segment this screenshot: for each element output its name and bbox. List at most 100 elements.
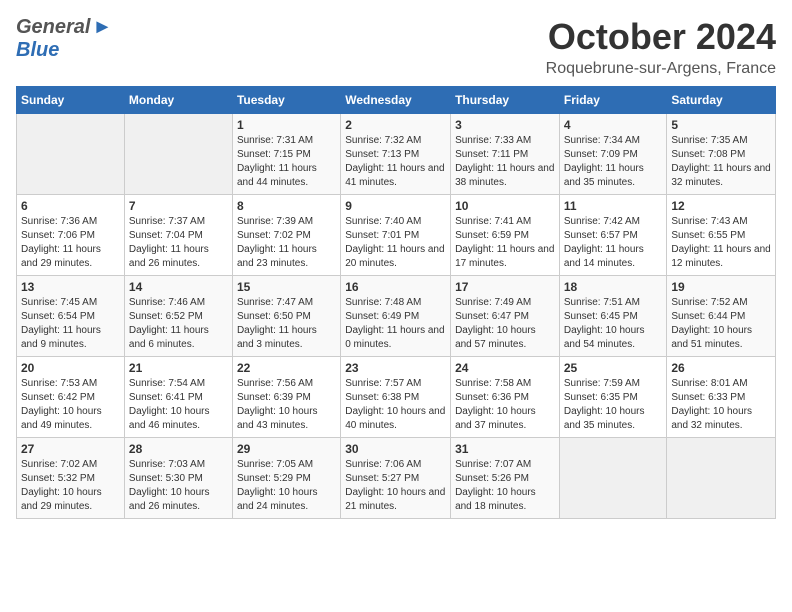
day-info: Sunrise: 7:07 AMSunset: 5:26 PMDaylight:… [455, 458, 555, 514]
day-info: Sunrise: 7:06 AMSunset: 5:27 PMDaylight:… [345, 458, 446, 514]
location: Roquebrune-sur-Argens, France [546, 60, 776, 78]
day-cell: 1Sunrise: 7:31 AMSunset: 7:15 PMDaylight… [232, 114, 340, 195]
sunset: Sunset: 5:30 PM [129, 473, 203, 484]
day-info: Sunrise: 7:40 AMSunset: 7:01 PMDaylight:… [345, 215, 446, 271]
day-info: Sunrise: 8:01 AMSunset: 6:33 PMDaylight:… [671, 377, 771, 433]
day-number: 26 [671, 361, 771, 375]
day-number: 28 [129, 442, 228, 456]
daylight: Daylight: 11 hours and 20 minutes. [345, 244, 444, 269]
day-info: Sunrise: 7:36 AMSunset: 7:06 PMDaylight:… [21, 215, 120, 271]
day-cell: 26 Sunrise: 8:01 AMSunset: 6:33 PMDayligh… [667, 357, 776, 438]
page-header: General ► Blue October 2024 Roquebrune-s… [16, 16, 776, 78]
day-number: 12 [671, 199, 771, 213]
day-cell: 29Sunrise: 7:05 AMSunset: 5:29 PMDayligh… [232, 438, 340, 519]
calendar-table: SundayMondayTuesdayWednesdayThursdayFrid… [16, 86, 776, 519]
day-info: Sunrise: 7:43 AMSunset: 6:55 PMDaylight:… [671, 215, 771, 271]
sunrise: Sunrise: 7:03 AM [129, 459, 205, 470]
day-number: 10 [455, 199, 555, 213]
day-cell: 10Sunrise: 7:41 AMSunset: 6:59 PMDayligh… [451, 195, 560, 276]
daylight: Daylight: 11 hours and 0 minutes. [345, 325, 444, 350]
week-row-5: 27Sunrise: 7:02 AMSunset: 5:32 PMDayligh… [17, 438, 776, 519]
sunrise: Sunrise: 7:49 AM [455, 297, 531, 308]
daylight: Daylight: 11 hours and 17 minutes. [455, 244, 554, 269]
day-cell: 22 Sunrise: 7:56 AM Sunset: 6:39 PM Dayligh… [232, 357, 340, 438]
day-cell: 30 Sunrise: 7:06 AMSunset: 5:27 PMDayligh… [341, 438, 451, 519]
day-number: 11 [564, 199, 663, 213]
daylight: Daylight: 11 hours and 41 minutes. [345, 163, 444, 188]
day-info: Sunrise: 7:59 AMSunset: 6:35 PMDaylight:… [564, 377, 663, 433]
day-cell: 19 Sunrise: 7:52 AMSunset: 6:44 PMDayligh… [667, 276, 776, 357]
sunrise: Sunrise: 7:32 AM [345, 135, 421, 146]
day-number: 1 [237, 118, 336, 132]
month-title: October 2024 [546, 16, 776, 58]
sunrise: Sunrise: 7:52 AM [671, 297, 747, 308]
sunset: Sunset: 6:36 PM [455, 392, 529, 403]
daylight: Daylight: 11 hours and 12 minutes. [671, 244, 770, 269]
sunrise: Sunrise: 7:46 AM [129, 297, 205, 308]
day-number: 22 [237, 361, 336, 375]
sunset: Sunset: 6:42 PM [21, 392, 95, 403]
day-number: 25 [564, 361, 663, 375]
daylight: Daylight: 11 hours and 38 minutes. [455, 163, 554, 188]
day-info: Sunrise: 7:03 AMSunset: 5:30 PMDaylight:… [129, 458, 228, 514]
day-cell [667, 438, 776, 519]
daylight: Daylight: 10 hours and 54 minutes. [564, 325, 645, 350]
sunrise: Sunrise: 7:56 AM [237, 378, 313, 389]
header-row: SundayMondayTuesdayWednesdayThursdayFrid… [17, 87, 776, 114]
day-cell [17, 114, 125, 195]
column-header-friday: Friday [559, 87, 667, 114]
day-info: Sunrise: 7:48 AMSunset: 6:49 PMDaylight:… [345, 296, 446, 352]
day-info: Sunrise: 7:58 AMSunset: 6:36 PMDaylight:… [455, 377, 555, 433]
week-row-4: 20Sunrise: 7:53 AMSunset: 6:42 PMDayligh… [17, 357, 776, 438]
sunset: Sunset: 5:29 PM [237, 473, 311, 484]
week-row-2: 6Sunrise: 7:36 AMSunset: 7:06 PMDaylight… [17, 195, 776, 276]
sunrise: Sunrise: 7:58 AM [455, 378, 531, 389]
sunrise: Sunrise: 7:47 AM [237, 297, 313, 308]
day-cell: 28Sunrise: 7:03 AMSunset: 5:30 PMDayligh… [124, 438, 232, 519]
day-cell: 15Sunrise: 7:47 AMSunset: 6:50 PMDayligh… [232, 276, 340, 357]
sunset: Sunset: 6:39 PM [237, 392, 311, 403]
daylight: Daylight: 10 hours and 46 minutes. [129, 406, 210, 431]
sunrise: Sunrise: 7:02 AM [21, 459, 97, 470]
daylight: Daylight: 11 hours and 32 minutes. [671, 163, 770, 188]
daylight: Daylight: 11 hours and 26 minutes. [129, 244, 209, 269]
sunrise: Sunrise: 7:06 AM [345, 459, 421, 470]
day-cell: 4Sunrise: 7:34 AMSunset: 7:09 PMDaylight… [559, 114, 667, 195]
sunrise: Sunrise: 7:54 AM [129, 378, 205, 389]
day-info: Sunrise: 7:39 AMSunset: 7:02 PMDaylight:… [237, 215, 336, 271]
sunrise: Sunrise: 7:35 AM [671, 135, 747, 146]
day-number: 19 [671, 280, 771, 294]
sunset: Sunset: 6:50 PM [237, 311, 311, 322]
sunrise: Sunrise: 7:37 AM [129, 216, 205, 227]
day-cell [124, 114, 232, 195]
day-number: 30 [345, 442, 446, 456]
sunset: Sunset: 6:45 PM [564, 311, 638, 322]
day-info: Sunrise: 7:52 AMSunset: 6:44 PMDaylight:… [671, 296, 771, 352]
sunrise: Sunrise: 7:05 AM [237, 459, 313, 470]
sunrise: Sunrise: 7:40 AM [345, 216, 421, 227]
day-info: Sunrise: 7:05 AM Sunset: 5:29 PM Daylight:… [237, 458, 336, 514]
daylight: Daylight: 11 hours and 14 minutes. [564, 244, 644, 269]
sunset: Sunset: 6:33 PM [671, 392, 745, 403]
daylight: Daylight: 10 hours and 24 minutes. [237, 487, 318, 512]
daylight: Daylight: 10 hours and 43 minutes. [237, 406, 318, 431]
day-info: Sunrise: 7:53 AMSunset: 6:42 PMDaylight:… [21, 377, 120, 433]
day-info: Sunrise: 7:46 AMSunset: 6:52 PMDaylight:… [129, 296, 228, 352]
daylight: Daylight: 10 hours and 49 minutes. [21, 406, 102, 431]
day-number: 24 [455, 361, 555, 375]
title-area: October 2024 Roquebrune-sur-Argens, Fran… [546, 16, 776, 78]
day-number: 7 [129, 199, 228, 213]
day-cell: 11Sunrise: 7:42 AMSunset: 6:57 PMDayligh… [559, 195, 667, 276]
column-header-saturday: Saturday [667, 87, 776, 114]
sunset: Sunset: 7:15 PM [237, 149, 311, 160]
daylight: Daylight: 10 hours and 57 minutes. [455, 325, 536, 350]
day-number: 21 [129, 361, 228, 375]
day-cell: 6Sunrise: 7:36 AMSunset: 7:06 PMDaylight… [17, 195, 125, 276]
day-number: 3 [455, 118, 555, 132]
day-number: 4 [564, 118, 663, 132]
day-cell: 9Sunrise: 7:40 AMSunset: 7:01 PMDaylight… [341, 195, 451, 276]
day-number: 2 [345, 118, 446, 132]
day-number: 16 [345, 280, 446, 294]
day-cell: 24Sunrise: 7:58 AMSunset: 6:36 PMDayligh… [451, 357, 560, 438]
sunrise: Sunrise: 7:34 AM [564, 135, 640, 146]
